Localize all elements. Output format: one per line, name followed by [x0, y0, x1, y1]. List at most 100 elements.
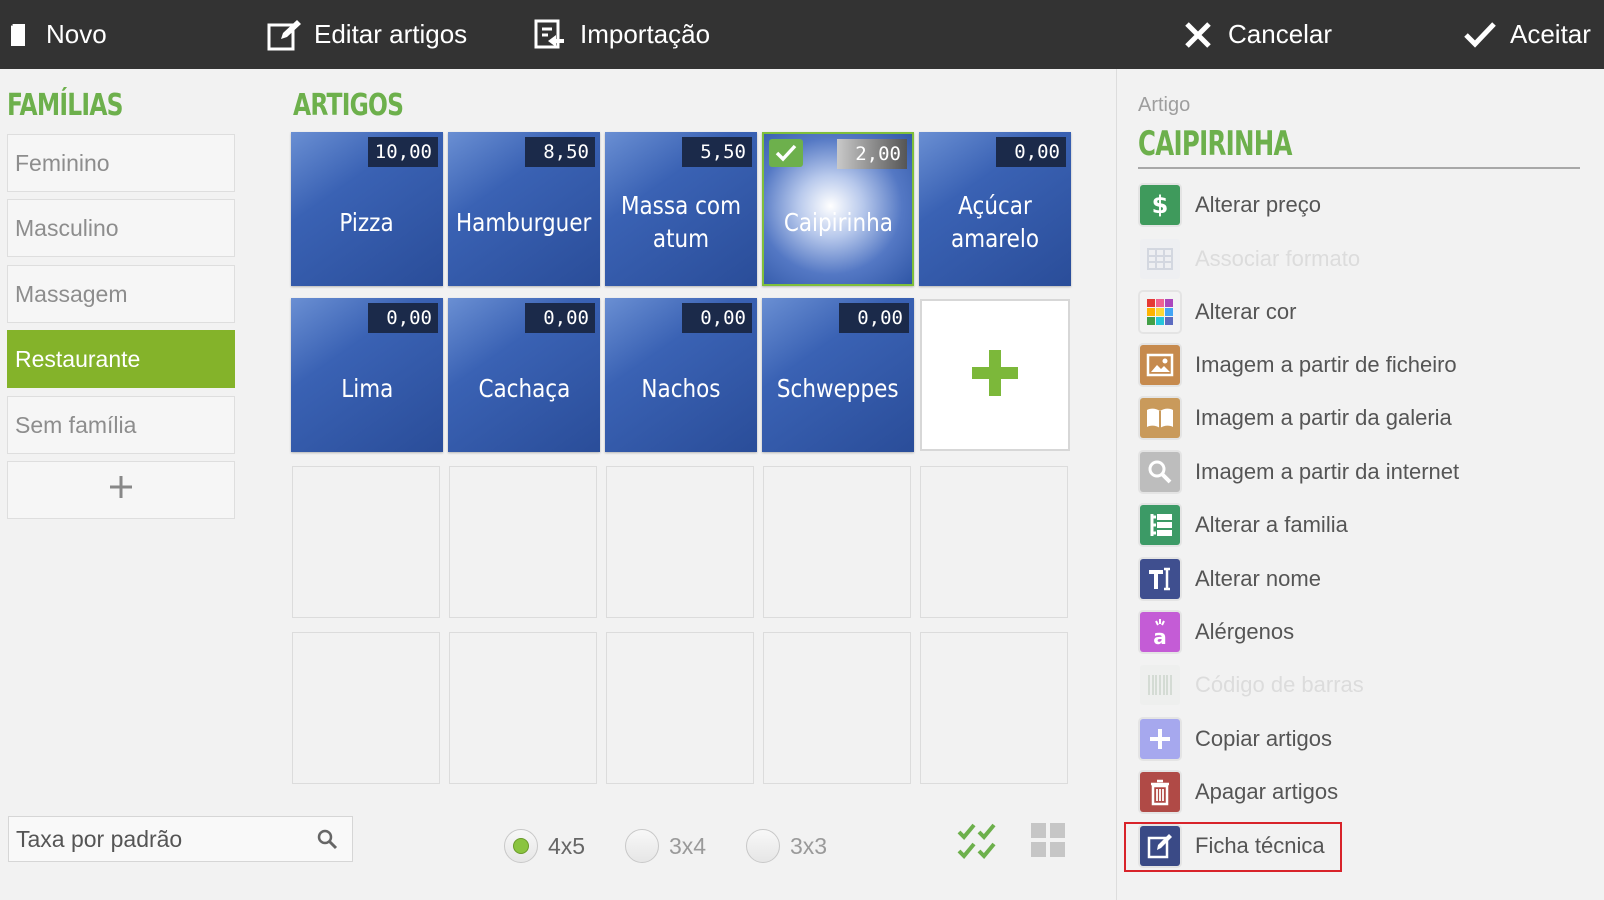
radio-dot	[513, 838, 529, 854]
family-item-masculino[interactable]: Masculino	[7, 199, 235, 257]
allergens-icon: a	[1140, 612, 1180, 652]
close-icon	[1180, 17, 1216, 53]
tax-search-input[interactable]	[16, 825, 306, 853]
article-tile-acucar-amarelo[interactable]: 0,00 Açúcar amarelo	[919, 132, 1071, 286]
text-rename-icon	[1140, 559, 1180, 599]
article-price: 0,00	[682, 303, 752, 333]
action-label: Imagem a partir de ficheiro	[1195, 352, 1457, 377]
grid-view-icon[interactable]	[1030, 822, 1070, 862]
articles-title: ARTIGOS	[293, 88, 404, 123]
article-price: 0,00	[525, 303, 595, 333]
action-label: Código de barras	[1195, 672, 1364, 697]
radio-circle	[625, 829, 659, 863]
article-price: 2,00	[837, 139, 907, 169]
action-label: Alterar nome	[1195, 566, 1321, 591]
action-label: Alterar cor	[1195, 299, 1297, 324]
article-name: Nachos	[641, 373, 721, 403]
article-name: Massa com atum	[620, 191, 742, 253]
family-tree-icon	[1140, 505, 1180, 545]
family-item-feminino[interactable]: Feminino	[7, 134, 235, 192]
article-name: Cachaça	[478, 373, 570, 403]
family-item-label: Masculino	[15, 214, 119, 241]
image-from-gallery-action[interactable]: Imagem a partir da galeria	[1140, 395, 1452, 441]
radio-label: 3x3	[790, 832, 828, 859]
layout-radio-4x5[interactable]: 4x5	[504, 824, 585, 868]
color-palette-icon	[1140, 292, 1180, 332]
green-plus-icon	[970, 348, 1020, 403]
selected-check-icon	[769, 139, 803, 167]
article-tile-lima[interactable]: 0,00 Lima	[291, 298, 443, 452]
layout-radio-3x3[interactable]: 3x3	[746, 824, 827, 868]
tax-search-box	[8, 816, 353, 862]
empty-slot	[449, 632, 597, 784]
family-item-restaurante[interactable]: Restaurante	[7, 330, 235, 388]
empty-slot	[763, 466, 911, 618]
select-all-checks-icon[interactable]	[957, 822, 997, 862]
image-file-icon	[1140, 345, 1180, 385]
article-tile-hamburguer[interactable]: 8,50 Hamburguer	[448, 132, 600, 286]
article-tile-caipirinha[interactable]: 2,00 Caipirinha	[762, 132, 914, 286]
edit-icon	[266, 17, 302, 53]
svg-text:a: a	[1153, 625, 1167, 647]
article-price: 0,00	[996, 137, 1066, 167]
article-price: 10,00	[368, 137, 438, 167]
empty-slot	[920, 466, 1068, 618]
article-price: 8,50	[525, 137, 595, 167]
associate-format-action: Associar formato	[1140, 236, 1360, 282]
panel-label: Artigo	[1138, 94, 1191, 116]
image-from-file-action[interactable]: Imagem a partir de ficheiro	[1140, 342, 1457, 388]
add-family-button[interactable]	[7, 461, 235, 519]
search-icon[interactable]	[316, 828, 338, 855]
action-label: Imagem a partir da galeria	[1195, 405, 1452, 430]
import-icon	[532, 17, 568, 53]
change-color-action[interactable]: Alterar cor	[1140, 289, 1296, 335]
article-name: Caipirinha	[783, 207, 893, 237]
article-price: 0,00	[839, 303, 909, 333]
action-label: Alterar preço	[1195, 192, 1321, 217]
add-article-button[interactable]	[920, 299, 1070, 451]
import-button[interactable]: Importação	[532, 0, 710, 69]
cancel-button[interactable]: Cancelar	[1180, 0, 1332, 69]
empty-slot	[292, 466, 440, 618]
cancel-button-label: Cancelar	[1228, 19, 1333, 49]
new-button-label: Novo	[46, 19, 107, 49]
empty-slot	[292, 632, 440, 784]
family-item-massagem[interactable]: Massagem	[7, 265, 235, 323]
edit-articles-button[interactable]: Editar artigos	[266, 0, 467, 69]
action-label: Apagar artigos	[1195, 779, 1339, 804]
family-item-sem-familia[interactable]: Sem família	[7, 396, 235, 454]
article-tile-nachos[interactable]: 0,00 Nachos	[605, 298, 757, 452]
barcode-action: Código de barras	[1140, 662, 1364, 708]
article-name: Pizza	[339, 207, 395, 237]
copy-articles-action[interactable]: Copiar artigos	[1140, 716, 1332, 762]
change-family-action[interactable]: Alterar a familia	[1140, 502, 1348, 548]
new-button[interactable]: Novo	[8, 0, 107, 69]
change-price-action[interactable]: $ Alterar preço	[1140, 182, 1321, 228]
allergens-action[interactable]: a Alérgenos	[1140, 609, 1294, 655]
delete-articles-action[interactable]: Apagar artigos	[1140, 769, 1338, 815]
panel-divider	[1116, 69, 1117, 900]
family-item-label: Restaurante	[15, 345, 141, 372]
barcode-icon	[1140, 665, 1180, 705]
accept-button[interactable]: Aceitar	[1462, 0, 1591, 69]
article-tile-massa-com-atum[interactable]: 5,50 Massa com atum	[605, 132, 757, 286]
empty-slot	[606, 466, 754, 618]
article-name: Schweppes	[777, 373, 899, 403]
article-tile-schweppes[interactable]: 0,00 Schweppes	[762, 298, 914, 452]
article-price: 0,00	[368, 303, 438, 333]
family-item-label: Massagem	[15, 280, 128, 307]
import-button-label: Importação	[580, 19, 711, 49]
article-tile-cachaca[interactable]: 0,00 Cachaça	[448, 298, 600, 452]
article-tile-pizza[interactable]: 10,00 Pizza	[291, 132, 443, 286]
families-title: FAMÍLIAS	[7, 88, 124, 123]
highlight-box	[1124, 822, 1342, 872]
empty-slot	[606, 632, 754, 784]
layout-radio-3x4[interactable]: 3x4	[625, 824, 706, 868]
top-toolbar: Novo Editar artigos Importação Cancelar …	[0, 0, 1604, 69]
checkmark-icon	[1462, 17, 1498, 53]
article-name: Açúcar amarelo	[950, 191, 1040, 253]
image-from-internet-action[interactable]: Imagem a partir da internet	[1140, 449, 1459, 495]
change-name-action[interactable]: Alterar nome	[1140, 556, 1321, 602]
action-label: Copiar artigos	[1195, 726, 1332, 751]
selected-article-title: CAIPIRINHA	[1138, 124, 1292, 164]
